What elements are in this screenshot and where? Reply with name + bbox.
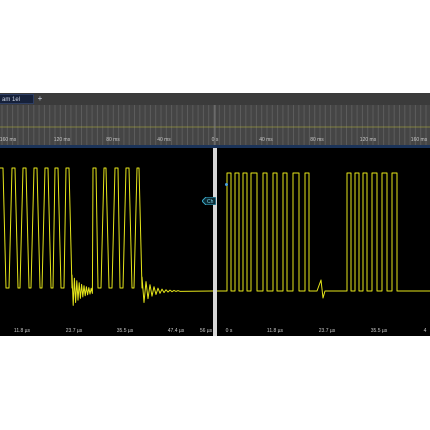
x-tick-label: 47.4 µs: [167, 328, 185, 334]
right-waveform: [217, 172, 430, 299]
scope-display: am 1el + 160 ms 120 ms 80 ms 40 ms 0 s 40 ms 8…: [0, 93, 430, 336]
cursor-tag-label: Ch: [207, 199, 214, 205]
trigger-marker-icon[interactable]: [225, 183, 228, 186]
left-waveform: [0, 167, 214, 306]
tab-current[interactable]: am 1el: [0, 94, 34, 104]
overview-tick-label: 0 s: [211, 137, 219, 143]
right-trace-line: [217, 172, 430, 299]
left-waveform-plot[interactable]: 11.8 µs 23.7 µs 35.5 µs 47.4 µs 56 µs: [0, 148, 214, 336]
overview-tick-label: 80 ms: [310, 137, 324, 143]
cursor-tag-icon: Ch: [201, 196, 217, 206]
x-tick-label: 23.7 µs: [318, 328, 336, 334]
tab-bar: am 1el +: [0, 93, 430, 105]
overview-tick-label: 160 ms: [410, 137, 428, 143]
x-tick-label: 23.7 µs: [65, 328, 83, 334]
x-tick-label: 11.8 µs: [266, 328, 284, 334]
tab-label: am 1el: [2, 97, 21, 103]
add-tab-button[interactable]: +: [36, 95, 44, 103]
left-trace-line: [0, 167, 214, 306]
x-tick-label: 11.8 µs: [13, 328, 31, 334]
overview-tick-label: 120 ms: [359, 137, 377, 143]
overview-tick-label: 120 ms: [53, 137, 71, 143]
overview-tick-label: 40 ms: [157, 137, 171, 143]
overview-tick-label: 80 ms: [106, 137, 120, 143]
x-tick-label: 35.5 µs: [370, 328, 388, 334]
overview-tick-label: 40 ms: [259, 137, 273, 143]
x-tick-label: 35.5 µs: [116, 328, 134, 334]
overview-tick-label: 160 ms: [0, 137, 17, 143]
x-tick-label: 56 µs: [199, 328, 213, 334]
channel-cursor-tag[interactable]: Ch: [201, 192, 217, 206]
x-tick-label: 4: [423, 328, 427, 334]
right-waveform-plot[interactable]: 0 s 11.8 µs 23.7 µs 35.5 µs 4: [217, 148, 430, 336]
x-tick-label: 0 s: [225, 328, 233, 334]
